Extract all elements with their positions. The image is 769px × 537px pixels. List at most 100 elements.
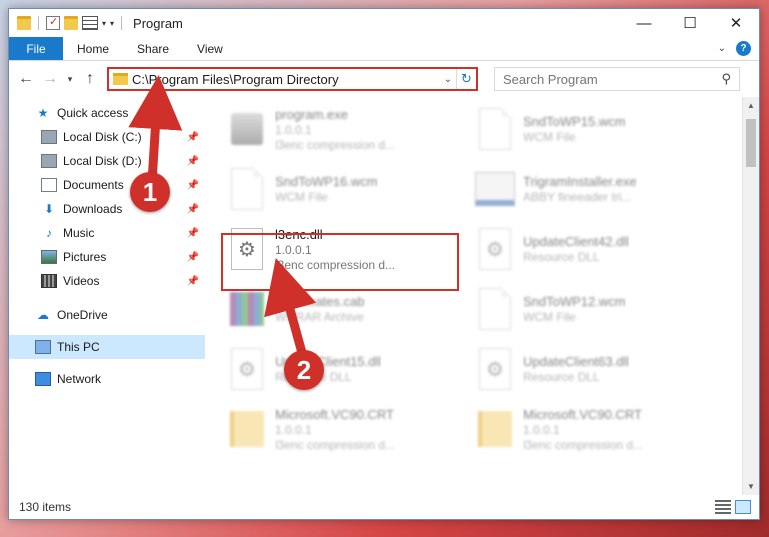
file-item[interactable]: SndToWP12.wcm WCM File bbox=[473, 281, 709, 337]
vertical-scrollbar[interactable]: ▲ ▼ bbox=[742, 97, 759, 495]
address-dropdown-chevron-icon[interactable]: ⌄ bbox=[440, 74, 456, 85]
nav-music[interactable]: ♪ Music 📌 bbox=[9, 221, 205, 245]
tiles-view-icon[interactable] bbox=[735, 500, 751, 514]
nav-label: OneDrive bbox=[57, 308, 108, 322]
file-item[interactable]: SndToWP16.wcm WCM File bbox=[225, 161, 461, 217]
refresh-icon[interactable]: ↻ bbox=[456, 69, 476, 89]
exe-file-icon bbox=[225, 105, 269, 153]
file-item[interactable]: Certificates.cab WinRAR Archive bbox=[225, 281, 461, 337]
nav-downloads[interactable]: ⬇ Downloads 📌 bbox=[9, 197, 205, 221]
navigation-bar: ← → ▾ ↑ C:\Program Files\Program Directo… bbox=[9, 61, 759, 97]
file-item[interactable]: program.exe 1.0.0.1 l3enc compression d.… bbox=[225, 101, 461, 157]
file-item[interactable]: ⚙ UpdateClient63.dll Resource DLL bbox=[473, 341, 709, 397]
file-list-pane: program.exe 1.0.0.1 l3enc compression d.… bbox=[205, 97, 759, 495]
recent-locations-chevron-icon[interactable]: ▾ bbox=[63, 67, 77, 91]
close-button[interactable]: ✕ bbox=[713, 9, 759, 37]
file-version: 1.0.0.1 bbox=[523, 422, 560, 437]
content-area: ★ Quick access Local Disk (C:) 📌 Local D… bbox=[9, 97, 759, 495]
nav-local-disk-c[interactable]: Local Disk (C:) 📌 bbox=[9, 125, 205, 149]
file-name: SndToWP12.wcm bbox=[523, 294, 626, 309]
address-path[interactable]: C:\Program Files\Program Directory bbox=[132, 72, 440, 87]
scroll-thumb[interactable] bbox=[746, 119, 756, 167]
document-file-icon bbox=[225, 165, 269, 213]
up-arrow-icon[interactable]: ↑ bbox=[79, 67, 101, 91]
quick-access-toolbar: ▾ ▾ bbox=[17, 15, 125, 30]
file-name: TrigramInstaller.exe bbox=[523, 174, 637, 189]
document-file-icon bbox=[473, 105, 517, 153]
pin-icon[interactable]: 📌 bbox=[187, 252, 199, 263]
file-description: l3enc compression d... bbox=[523, 437, 644, 452]
status-bar: 130 items bbox=[9, 495, 759, 519]
file-item[interactable]: ⚙ UpdateClient15.dll Resource DLL bbox=[225, 341, 461, 397]
folder-icon bbox=[17, 16, 31, 30]
tab-file[interactable]: File bbox=[9, 37, 63, 60]
tab-share[interactable]: Share bbox=[123, 37, 183, 60]
expand-ribbon-chevron-icon[interactable]: ⌄ bbox=[718, 43, 726, 54]
nav-this-pc[interactable]: This PC bbox=[9, 335, 205, 359]
minimize-button[interactable]: — bbox=[621, 9, 667, 37]
ribbon-tabs: File Home Share View ⌄ ? bbox=[9, 37, 759, 61]
tab-view[interactable]: View bbox=[183, 37, 237, 60]
network-icon bbox=[35, 372, 51, 386]
nav-label: Music bbox=[63, 226, 95, 240]
file-item[interactable]: SndToWP15.wcm WCM File bbox=[473, 101, 709, 157]
file-item[interactable]: TrigramInstaller.exe ABBY fineeader tri.… bbox=[473, 161, 709, 217]
nav-onedrive[interactable]: ☁ OneDrive bbox=[9, 303, 205, 327]
file-name: Certificates.cab bbox=[275, 294, 365, 309]
view-toggle-group bbox=[715, 500, 759, 514]
dll-gear-icon: ⚙ bbox=[473, 225, 517, 273]
nav-network[interactable]: Network bbox=[9, 367, 205, 391]
nav-documents[interactable]: Documents 📌 bbox=[9, 173, 205, 197]
nav-label: Local Disk (C:) bbox=[63, 130, 142, 144]
file-type: WCM File bbox=[523, 310, 576, 324]
customize-toolbar-icon[interactable]: ▾ bbox=[110, 19, 114, 28]
file-version: 1.0.0.1 bbox=[275, 422, 312, 437]
tab-home[interactable]: Home bbox=[63, 37, 123, 60]
nav-pictures[interactable]: Pictures 📌 bbox=[9, 245, 205, 269]
file-item[interactable]: ⚙ UpdateClient42.dll Resource DLL bbox=[473, 221, 709, 277]
downloads-icon: ⬇ bbox=[43, 202, 55, 216]
music-icon: ♪ bbox=[46, 226, 52, 240]
nav-local-disk-d[interactable]: Local Disk (D:) 📌 bbox=[9, 149, 205, 173]
file-name: program.exe bbox=[275, 106, 348, 122]
scroll-down-arrow-icon[interactable]: ▼ bbox=[743, 478, 759, 495]
step-2-badge: 2 bbox=[284, 350, 324, 390]
file-type: Resource DLL bbox=[523, 250, 600, 264]
file-name: Microsoft.VC90.CRT bbox=[275, 406, 394, 422]
star-icon: ★ bbox=[37, 106, 49, 120]
details-view-icon[interactable] bbox=[715, 500, 731, 514]
pin-icon[interactable]: 📌 bbox=[187, 228, 199, 239]
nav-videos[interactable]: Videos 📌 bbox=[9, 269, 205, 293]
pin-icon[interactable]: 📌 bbox=[187, 204, 199, 215]
forward-arrow-icon[interactable]: → bbox=[39, 67, 61, 91]
toolbar-divider bbox=[38, 16, 39, 30]
file-item[interactable]: Microsoft.VC90.CRT 1.0.0.1 l3enc compres… bbox=[225, 401, 461, 457]
back-arrow-icon[interactable]: ← bbox=[15, 67, 37, 91]
address-bar[interactable]: C:\Program Files\Program Directory ⌄ ↻ bbox=[107, 67, 478, 91]
view-options-icon[interactable] bbox=[82, 16, 98, 30]
maximize-button[interactable]: ☐ bbox=[667, 9, 713, 37]
search-icon[interactable]: ⚲ bbox=[721, 71, 731, 87]
chevron-down-icon[interactable]: ▾ bbox=[102, 19, 106, 28]
folder-icon bbox=[473, 405, 517, 453]
pin-icon[interactable]: 📌 bbox=[187, 156, 199, 167]
scroll-up-arrow-icon[interactable]: ▲ bbox=[743, 97, 759, 114]
search-input[interactable] bbox=[503, 71, 722, 87]
pin-icon[interactable]: 📌 bbox=[187, 132, 199, 143]
installer-file-icon bbox=[473, 165, 517, 213]
file-version: 1.0.0.1 bbox=[275, 122, 312, 137]
nav-label: This PC bbox=[57, 340, 100, 354]
file-type: WCM File bbox=[523, 130, 576, 144]
help-icon[interactable]: ? bbox=[736, 41, 751, 56]
disk-icon bbox=[41, 130, 57, 144]
new-folder-icon[interactable] bbox=[64, 16, 78, 30]
onedrive-cloud-icon: ☁ bbox=[37, 308, 49, 322]
file-item[interactable]: Microsoft.VC90.CRT 1.0.0.1 l3enc compres… bbox=[473, 401, 709, 457]
pin-icon[interactable]: 📌 bbox=[187, 180, 199, 191]
nav-label: Network bbox=[57, 372, 102, 386]
winrar-archive-icon bbox=[225, 285, 269, 333]
search-box[interactable]: ⚲ bbox=[494, 67, 740, 91]
nav-quick-access[interactable]: ★ Quick access bbox=[9, 101, 205, 125]
pin-icon[interactable]: 📌 bbox=[187, 276, 199, 287]
properties-check-icon[interactable] bbox=[46, 15, 60, 30]
